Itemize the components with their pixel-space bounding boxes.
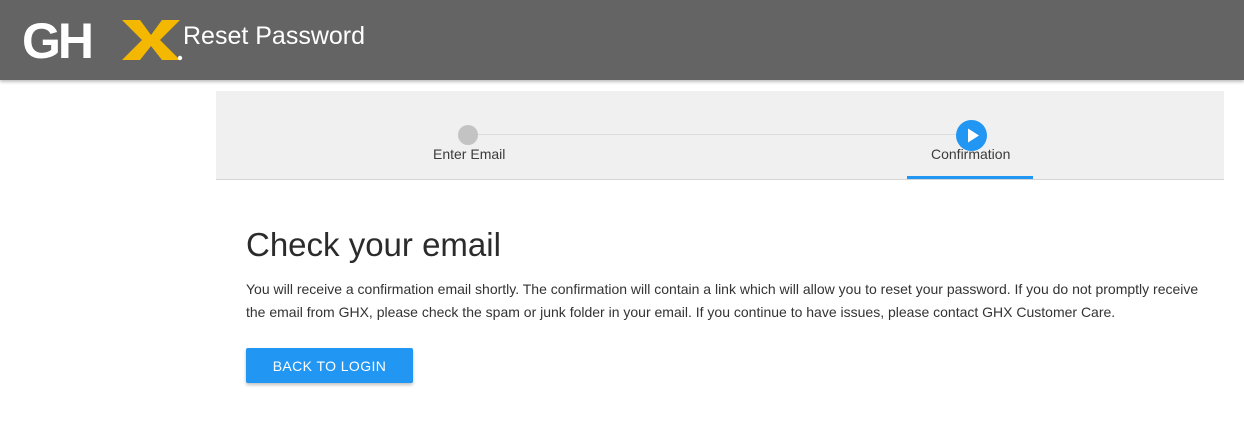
progress-stepper: Enter Email Confirmation: [216, 91, 1224, 180]
page-heading: Check your email: [246, 226, 501, 263]
step-enter-email-indicator: [458, 125, 478, 145]
stepper-connector: [468, 134, 972, 135]
main-content: Check your email You will receive a conf…: [246, 224, 1216, 324]
page-title: Reset Password: [183, 22, 366, 50]
top-app-bar: GH Reset Password: [0, 0, 1244, 80]
back-to-login-button[interactable]: BACK TO LOGIN: [246, 348, 413, 383]
step-confirmation-label: Confirmation: [931, 146, 1011, 162]
registered-mark: [177, 55, 183, 61]
step-enter-email-label: Enter Email: [433, 146, 506, 162]
logo-letters-gh: GH: [22, 18, 91, 62]
active-step-underline: [907, 176, 1033, 179]
logo-x-mark: [122, 20, 180, 60]
ghx-logo: GH: [22, 18, 183, 62]
confirmation-message: You will receive a confirmation email sh…: [246, 281, 1199, 320]
